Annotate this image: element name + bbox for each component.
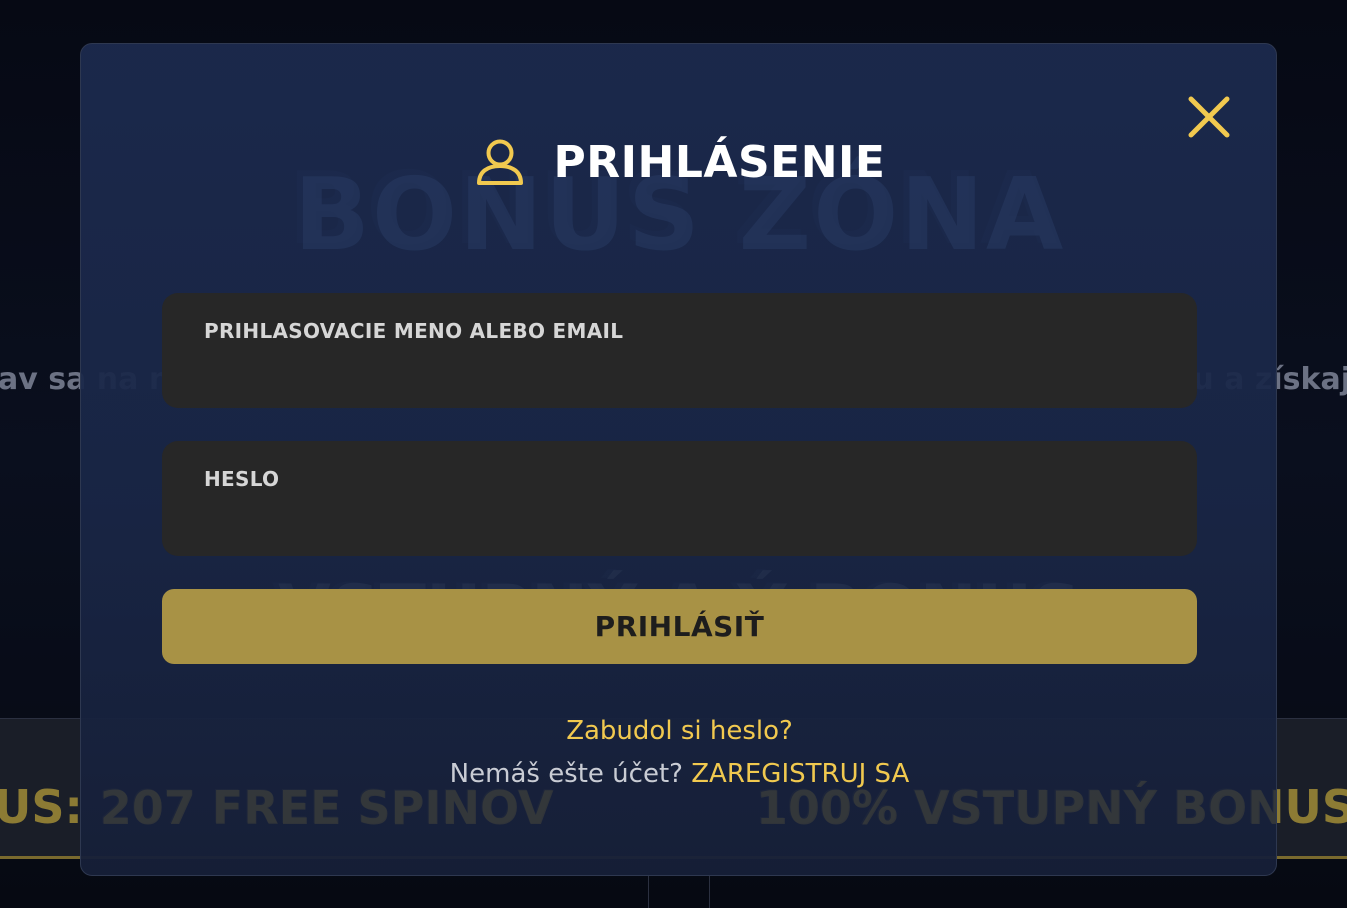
username-label: PRIHLASOVACIE MENO ALEBO EMAIL <box>204 319 624 343</box>
password-label: HESLO <box>204 467 280 491</box>
login-button[interactable]: PRIHLÁSIŤ <box>162 589 1197 664</box>
modal-title: PRIHLÁSENIE <box>553 136 886 188</box>
forgot-password-link[interactable]: Zabudol si heslo? <box>81 716 1276 746</box>
register-link[interactable]: ZAREGISTRUJ SA <box>691 759 909 789</box>
modal-watermark-strip-right: 100% VSTUPNÝ BONUS <box>756 781 1276 835</box>
password-field[interactable]: HESLO <box>162 441 1197 556</box>
user-icon <box>476 139 523 185</box>
register-row: Nemáš ešte účet? ZAREGISTRUJ SA <box>81 759 1276 789</box>
username-field[interactable]: PRIHLASOVACIE MENO ALEBO EMAIL <box>162 293 1197 408</box>
password-input[interactable] <box>204 505 1155 529</box>
username-input[interactable] <box>204 357 1155 381</box>
modal-header: PRIHLÁSENIE <box>81 132 1276 192</box>
background-divider <box>648 876 710 908</box>
modal-watermark-strip-left: US: 207 FREE SPINOV <box>81 781 554 835</box>
page-background: BONUS ZÓNA av sa na n u a získaj VSTUPNÝ… <box>0 0 1347 908</box>
login-modal: BONUS ZÓNA VSTUPNÝ A Ý BONUS US: 207 FRE… <box>80 43 1277 876</box>
register-prompt: Nemáš ešte účet? <box>449 759 683 789</box>
